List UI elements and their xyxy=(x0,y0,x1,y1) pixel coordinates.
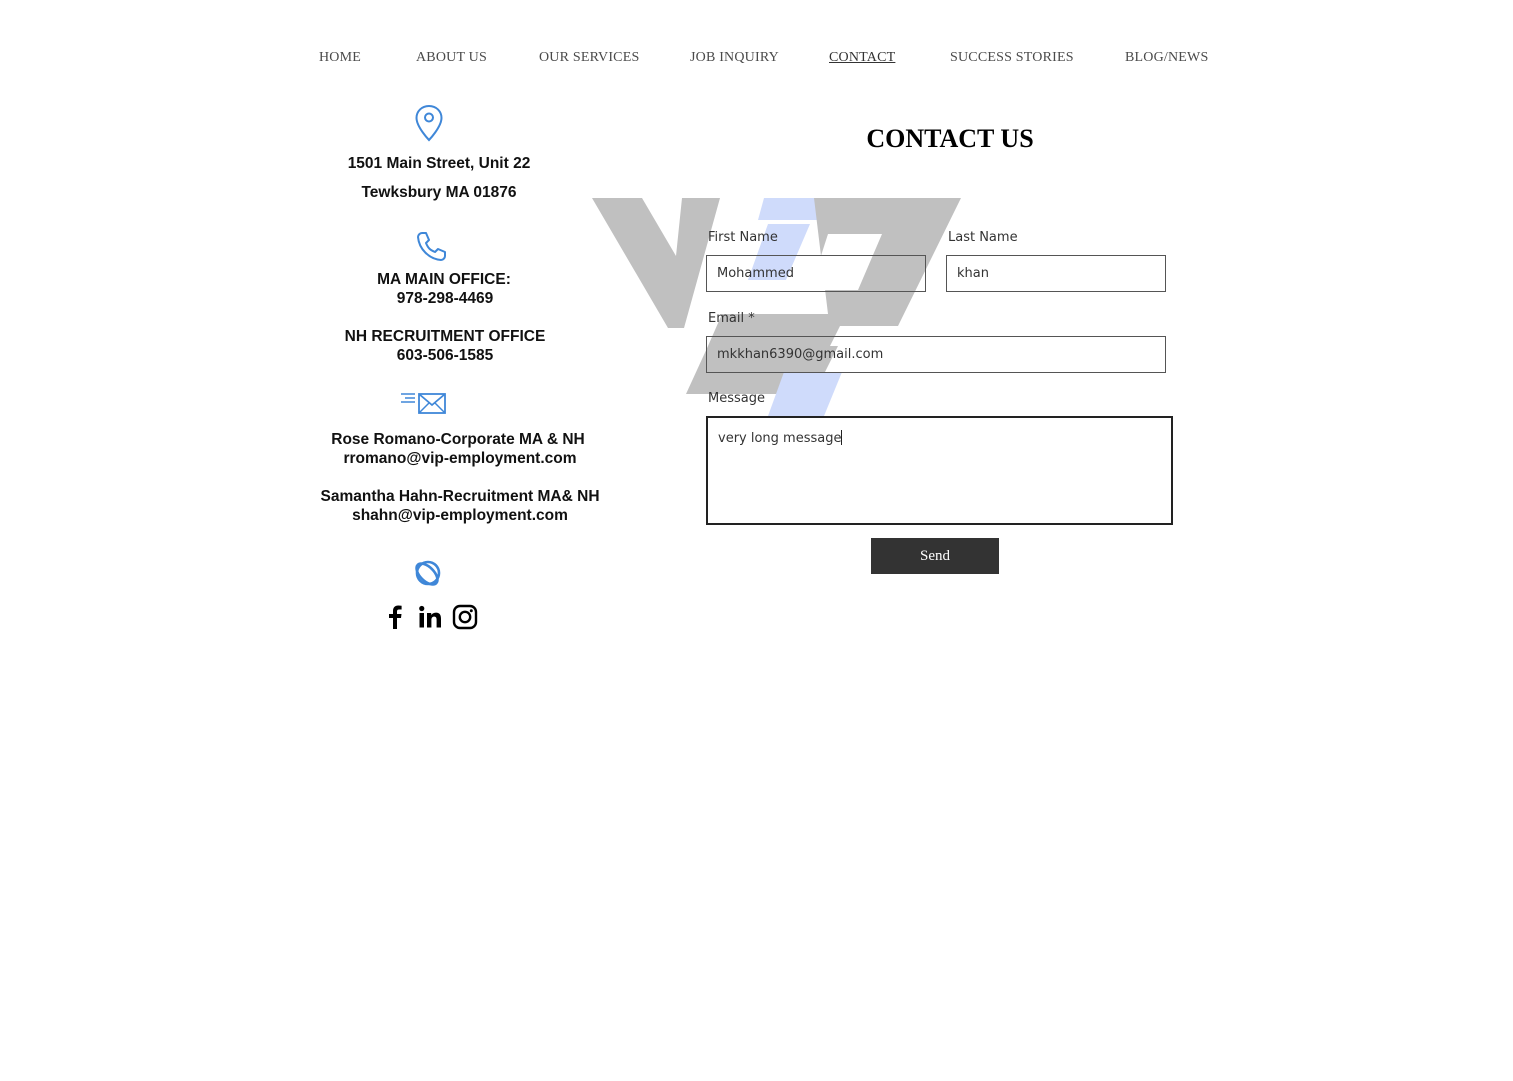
main-nav: HOME ABOUT US OUR SERVICES JOB INQUIRY C… xyxy=(0,50,1513,72)
ma-office-label: MA MAIN OFFICE: xyxy=(377,271,511,288)
first-name-label: First Name xyxy=(708,230,778,245)
ma-office-phone[interactable]: 978-298-4469 xyxy=(295,290,595,308)
contact-1-name: Rose Romano-Corporate MA & NH xyxy=(331,431,585,448)
message-label: Message xyxy=(708,391,765,406)
page-title: CONTACT US xyxy=(866,124,1034,153)
contact-2-email[interactable]: shahn@vip-employment.com xyxy=(310,507,610,525)
send-button[interactable]: Send xyxy=(871,538,999,574)
email-label: Email * xyxy=(708,311,755,326)
nav-job-inquiry[interactable]: JOB INQUIRY xyxy=(690,50,779,66)
address-line-1: 1501 Main Street, Unit 22 xyxy=(347,155,531,172)
envelope-icon xyxy=(399,389,447,422)
last-name-input[interactable]: khan xyxy=(946,255,1166,292)
contact-1-email[interactable]: rromano@vip-employment.com xyxy=(310,450,610,468)
vip-logo-watermark xyxy=(588,194,966,425)
address-line-2: Tewksbury MA 01876 xyxy=(361,184,517,201)
first-name-input[interactable]: Mohammed xyxy=(706,255,926,292)
nav-about-us[interactable]: ABOUT US xyxy=(416,50,487,66)
email-input[interactable]: mkkhan6390@gmail.com xyxy=(706,336,1166,373)
last-name-label: Last Name xyxy=(948,230,1018,245)
nav-success-stories[interactable]: SUCCESS STORIES xyxy=(950,50,1074,66)
nh-office-phone[interactable]: 603-506-1585 xyxy=(295,347,595,365)
map-pin-icon xyxy=(414,104,444,147)
nav-our-services[interactable]: OUR SERVICES xyxy=(539,50,639,66)
nh-office-label: NH RECRUITMENT OFFICE xyxy=(344,328,546,345)
message-textarea[interactable]: very long message xyxy=(706,416,1173,525)
facebook-icon[interactable] xyxy=(383,604,407,635)
instagram-icon[interactable] xyxy=(452,604,478,635)
social-links-icon xyxy=(411,556,445,595)
phone-icon xyxy=(415,230,447,267)
text-caret xyxy=(841,430,843,445)
nav-home[interactable]: HOME xyxy=(319,50,361,66)
nav-contact[interactable]: CONTACT xyxy=(829,50,895,66)
nav-blog-news[interactable]: BLOG/NEWS xyxy=(1125,50,1208,66)
contact-2-name: Samantha Hahn-Recruitment MA& NH xyxy=(320,488,600,505)
message-text: very long message xyxy=(718,431,842,446)
linkedin-icon[interactable] xyxy=(418,604,442,635)
